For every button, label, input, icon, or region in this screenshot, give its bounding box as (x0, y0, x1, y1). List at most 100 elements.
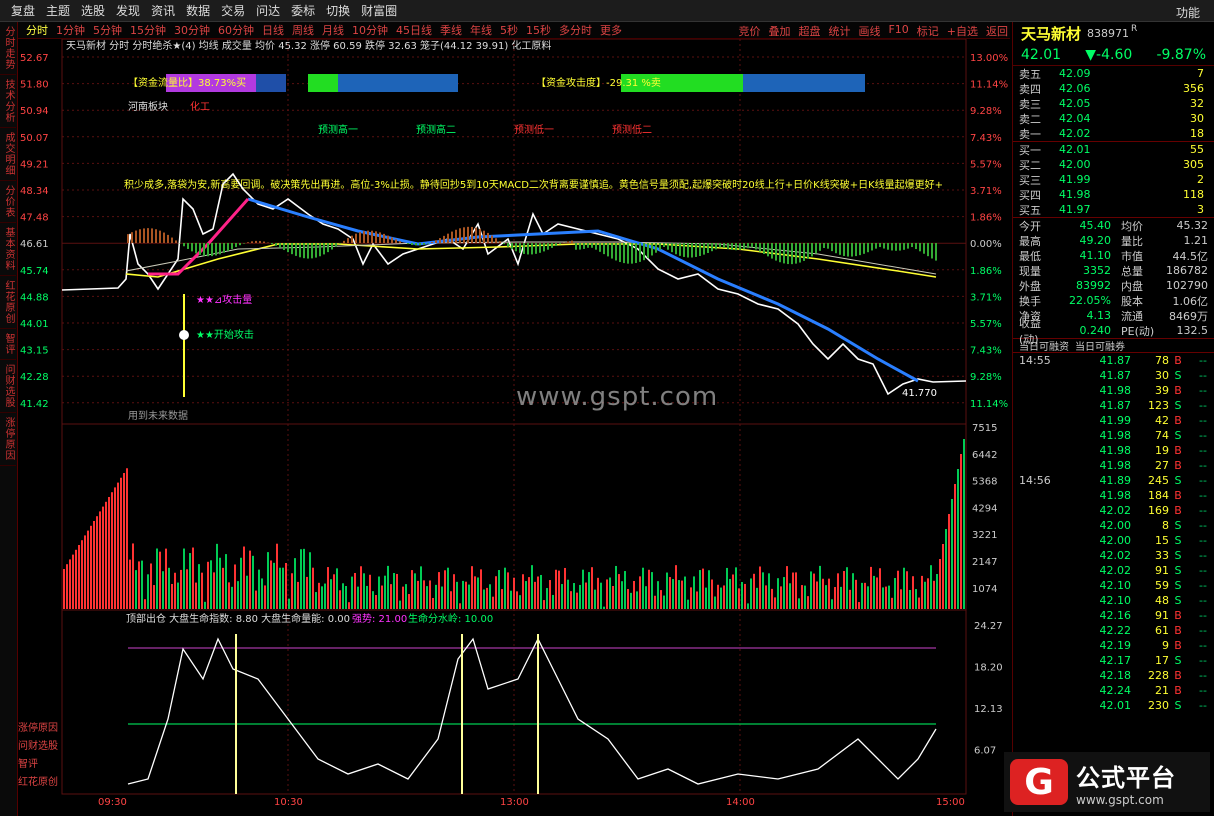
tick-side: B (1174, 639, 1182, 652)
toolbar-button[interactable]: 叠加 (768, 23, 790, 39)
tick-volume: 27 (1155, 459, 1169, 472)
future-data-label: 用到未来数据 (128, 409, 188, 422)
tick-row: 41.98 74 S -- (1013, 428, 1214, 443)
tick-side: S (1174, 564, 1182, 577)
tick-volume: 59 (1155, 579, 1169, 592)
menu-item[interactable]: 复盘 (11, 2, 35, 19)
intraday-chart[interactable]: 天马新材 分时 分时绝杀★(4) 均线 成交量 均价 45.32 涨停 60.5… (18, 38, 1010, 811)
period-tab[interactable]: 15秒 (526, 22, 551, 38)
tick-price: 42.18 (1099, 669, 1132, 682)
period-tab[interactable]: 季线 (440, 22, 462, 38)
stat-value: 1.21 (1183, 234, 1209, 247)
menu-item[interactable]: 主题 (46, 2, 70, 19)
stat-label: 最高 (1019, 234, 1041, 248)
toolbar-button[interactable]: +自选 (947, 23, 978, 39)
left-nav-item[interactable]: 涨停原因 (0, 413, 16, 466)
ask-label: 卖二 (1019, 112, 1041, 126)
menu-item[interactable]: 资讯 (151, 2, 175, 19)
time-tick: 14:00 (726, 797, 755, 808)
toolbar-button[interactable]: 超盘 (798, 23, 820, 39)
tick-volume: 8 (1162, 519, 1169, 532)
period-tab[interactable]: 月线 (322, 22, 344, 38)
left-nav-item[interactable]: 成交明细 (0, 128, 16, 181)
left-nav-item[interactable]: 分时走势 (0, 22, 16, 75)
stat-row: 最低 41.10 市值 44.5亿 (1013, 248, 1214, 263)
period-tab[interactable]: 5分钟 (93, 22, 122, 38)
left-nav-item[interactable]: 技术分析 (0, 75, 16, 128)
tick-extra: -- (1199, 504, 1207, 517)
menu-item[interactable]: 问达 (256, 2, 280, 19)
period-tab[interactable]: 周线 (292, 22, 314, 38)
stat-value: 45.40 (1079, 219, 1112, 232)
tick-extra: -- (1199, 369, 1207, 382)
left-nav-item[interactable]: 分价表 (0, 181, 16, 223)
sector-tag: 化工 (190, 100, 210, 113)
tick-row: 41.99 42 B -- (1013, 413, 1214, 428)
toolbar-button[interactable]: 标记 (917, 23, 939, 39)
period-tab[interactable]: 60分钟 (218, 22, 254, 38)
tick-price: 41.98 (1099, 444, 1132, 457)
bid-price: 42.00 (1059, 158, 1091, 171)
ask-price: 42.09 (1059, 67, 1091, 80)
tick-row: 42.24 21 B -- (1013, 683, 1214, 698)
menu-function[interactable]: 功能 (1176, 4, 1200, 21)
tick-volume: 17 (1155, 654, 1169, 667)
margin-tab[interactable]: 当日可融券 (1075, 338, 1125, 353)
tick-price: 42.22 (1099, 624, 1132, 637)
tick-volume: 169 (1148, 504, 1169, 517)
tick-side: S (1174, 699, 1182, 712)
tick-extra: -- (1199, 414, 1207, 427)
period-tab[interactable]: 1分钟 (56, 22, 85, 38)
fund-ratio-bar (308, 74, 338, 92)
period-tab[interactable]: 多分时 (559, 22, 592, 38)
ask-volume: 356 (1183, 82, 1204, 95)
toolbar-button[interactable]: F10 (888, 23, 908, 39)
toolbar-button[interactable]: 返回 (986, 23, 1008, 39)
menu-item[interactable]: 交易 (221, 2, 245, 19)
menu-item[interactable]: 委标 (291, 2, 315, 19)
toolbar-button[interactable]: 统计 (828, 23, 850, 39)
left-bottom-link[interactable]: 红花原创 (18, 774, 62, 792)
vol-tick: 4294 (972, 503, 997, 514)
tick-extra: -- (1199, 669, 1207, 682)
menu-item[interactable]: 发现 (116, 2, 140, 19)
price-tick: 50.07 (20, 133, 49, 144)
menu-item[interactable]: 数据 (186, 2, 210, 19)
bid-row: 买四 41.98 118 (1013, 187, 1214, 202)
left-nav-item[interactable]: 基本资料 (0, 223, 16, 276)
tick-row: 14:56 41.89 245 S -- (1013, 473, 1214, 488)
period-tab[interactable]: 45日线 (396, 22, 432, 38)
toolbar-button[interactable]: 画线 (858, 23, 880, 39)
stat-row: 收益(动) 0.240 PE(动) 132.5 (1013, 317, 1214, 346)
menu-item[interactable]: 切换 (326, 2, 350, 19)
left-bottom-link[interactable]: 涨停原因 (18, 720, 62, 738)
toolbar-button[interactable]: 竞价 (738, 23, 760, 39)
left-nav-item[interactable]: 问财选股 (0, 360, 16, 413)
period-tab[interactable]: 分时 (26, 22, 48, 38)
indicator-water: 生命分水岭: 10.00 (408, 612, 493, 625)
indicator-header: 顶部出仓 大盘生命指数: 8.80 大盘生命量能: 0.00 (126, 612, 350, 625)
left-nav-item[interactable]: 红花原创 (0, 276, 16, 329)
price-pct: -9.87% (1156, 46, 1206, 63)
tick-volume: 78 (1155, 354, 1169, 367)
stock-name: 天马新材 (1021, 24, 1082, 43)
left-bottom-link[interactable]: 智评 (18, 756, 62, 774)
chart-svg[interactable]: 天马新材 分时 分时绝杀★(4) 均线 成交量 均价 45.32 涨停 60.5… (18, 38, 1010, 811)
period-tab[interactable]: 5秒 (500, 22, 518, 38)
menu-item[interactable]: 财富圈 (361, 2, 397, 19)
menu-item[interactable]: 选股 (81, 2, 105, 19)
tick-volume: 30 (1155, 369, 1169, 382)
left-nav-item[interactable]: 智评 (0, 329, 16, 360)
period-tab[interactable]: 15分钟 (130, 22, 166, 38)
period-tab[interactable]: 10分钟 (352, 22, 388, 38)
margin-tab[interactable]: 当日可融资 (1019, 338, 1069, 353)
period-tab[interactable]: 年线 (470, 22, 492, 38)
left-bottom-link[interactable]: 问财选股 (18, 738, 62, 756)
tick-row: 42.00 8 S -- (1013, 518, 1214, 533)
period-tab[interactable]: 更多 (600, 22, 622, 38)
bid-price: 41.99 (1059, 173, 1091, 186)
attack-label: ★★开始攻击 (196, 328, 254, 341)
period-tab[interactable]: 30分钟 (174, 22, 210, 38)
period-tab[interactable]: 日线 (262, 22, 284, 38)
logo-title: 公式平台 (1076, 763, 1176, 792)
